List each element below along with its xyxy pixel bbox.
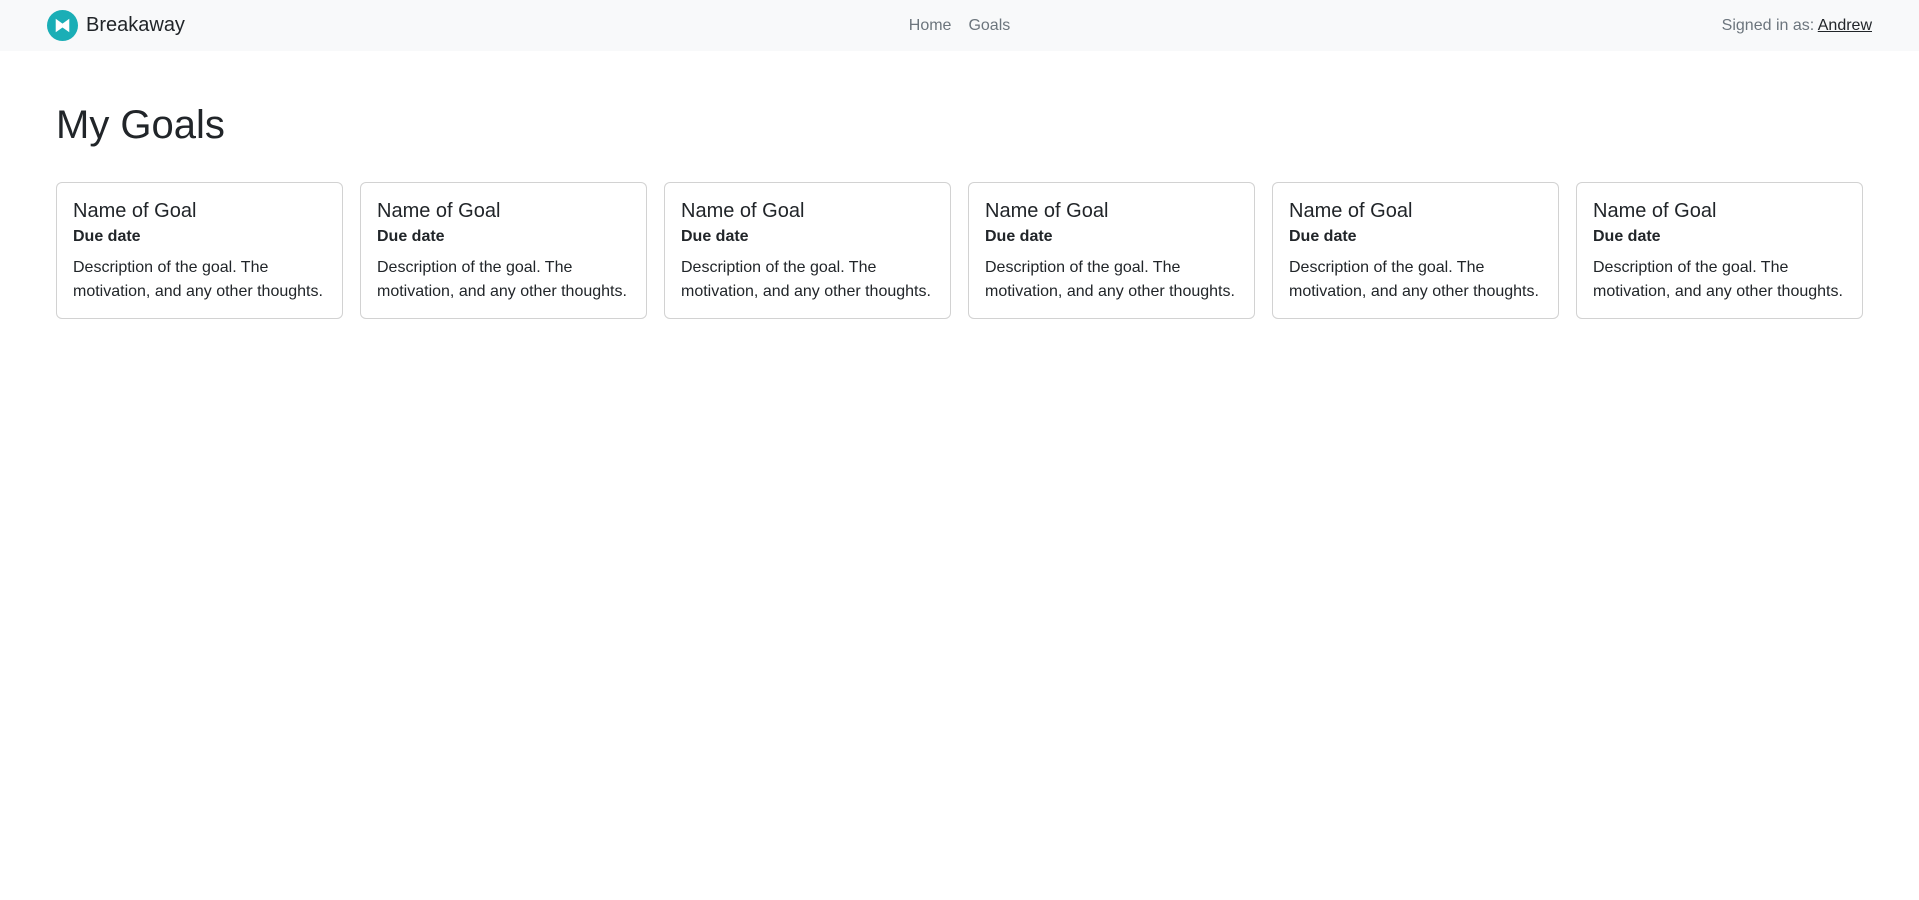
nav-link-home[interactable]: Home (909, 17, 952, 35)
goal-due-date: Due date (681, 228, 749, 245)
goal-card: Name of Goal Due date Description of the… (968, 182, 1255, 319)
breakaway-logo-icon (47, 10, 78, 41)
page-title: My Goals (56, 103, 225, 147)
user-profile-link[interactable]: Andrew (1818, 17, 1872, 34)
goal-name: Name of Goal (1593, 200, 1717, 222)
goal-description: Description of the goal. The motivation,… (1289, 259, 1539, 301)
goal-cards: Name of Goal Due date Description of the… (56, 182, 1863, 319)
goal-due-date: Due date (73, 228, 141, 245)
main-content: My Goals Name of Goal Due date Descripti… (0, 101, 1919, 319)
nav-link-goals[interactable]: Goals (968, 17, 1010, 35)
brand-name: Breakaway (86, 14, 185, 36)
signed-in-label: Signed in as: (1721, 16, 1818, 34)
goal-name: Name of Goal (681, 200, 805, 222)
goal-card: Name of Goal Due date Description of the… (664, 182, 951, 319)
goal-card: Name of Goal Due date Description of the… (1272, 182, 1559, 319)
goal-name: Name of Goal (1289, 200, 1413, 222)
goal-description: Description of the goal. The motivation,… (1593, 259, 1843, 301)
nav-links: Home Goals (909, 17, 1010, 35)
goal-description: Description of the goal. The motivation,… (377, 259, 627, 301)
signed-in-status: Signed in as: Andrew (1722, 17, 1872, 35)
goal-card: Name of Goal Due date Description of the… (56, 182, 343, 319)
goal-due-date: Due date (1593, 228, 1661, 245)
goal-due-date: Due date (985, 228, 1053, 245)
goal-description: Description of the goal. The motivation,… (681, 259, 931, 301)
goal-name: Name of Goal (377, 200, 501, 222)
goal-name: Name of Goal (985, 200, 1109, 222)
goal-due-date: Due date (1289, 228, 1357, 245)
goal-name: Name of Goal (73, 200, 197, 222)
goal-description: Description of the goal. The motivation,… (73, 259, 323, 301)
goal-card: Name of Goal Due date Description of the… (1576, 182, 1863, 319)
goal-due-date: Due date (377, 228, 445, 245)
brand-link[interactable]: Breakaway (47, 10, 185, 41)
navbar: Breakaway Home Goals Signed in as: Andre… (0, 0, 1919, 51)
goal-card: Name of Goal Due date Description of the… (360, 182, 647, 319)
goal-description: Description of the goal. The motivation,… (985, 259, 1235, 301)
